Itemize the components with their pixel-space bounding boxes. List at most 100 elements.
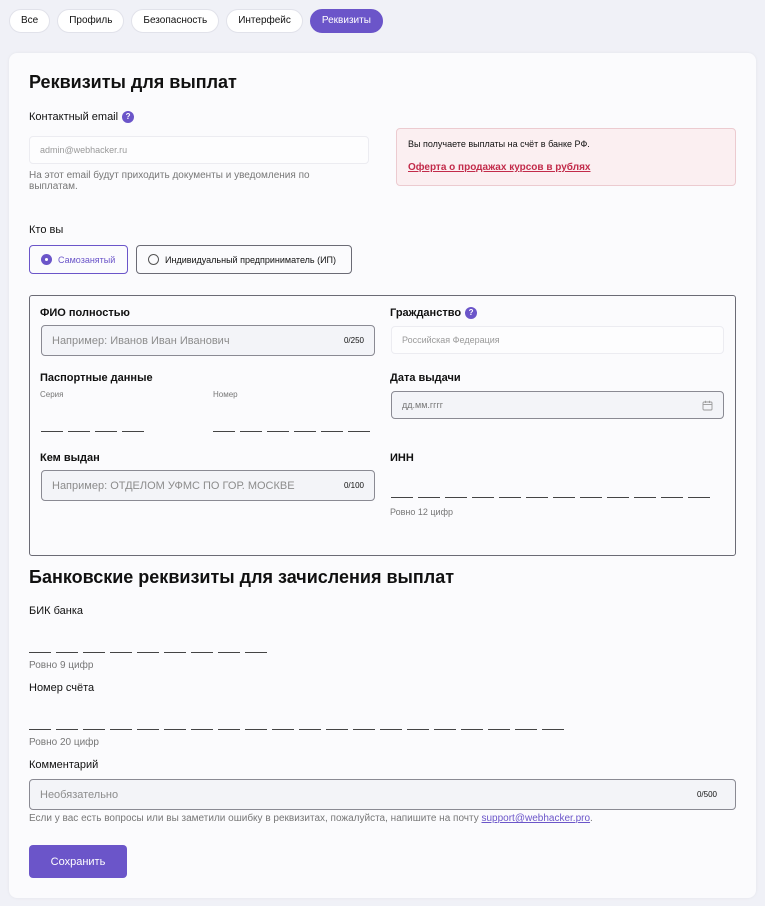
- digit-slot[interactable]: [326, 729, 348, 730]
- digit-slot[interactable]: [29, 652, 51, 653]
- digit-slot[interactable]: [688, 497, 710, 498]
- digit-slot[interactable]: [299, 729, 321, 730]
- tab-interface[interactable]: Интерфейс: [226, 9, 303, 33]
- digit-slot[interactable]: [191, 652, 213, 653]
- citizenship-label: Гражданство: [390, 307, 462, 319]
- digit-slot[interactable]: [110, 652, 132, 653]
- account-digit-inputs[interactable]: [29, 729, 564, 730]
- digit-slot[interactable]: [83, 729, 105, 730]
- email-field[interactable]: admin@webhacker.ru: [29, 136, 369, 164]
- who-label: Кто вы: [29, 224, 64, 236]
- digit-slot[interactable]: [580, 497, 602, 498]
- char-counter: 0/100: [343, 481, 364, 490]
- digit-slot[interactable]: [267, 431, 289, 432]
- comment-input[interactable]: Необязательно 0/500: [29, 779, 736, 810]
- digit-slot[interactable]: [515, 729, 537, 730]
- issued-by-label: Кем выдан: [40, 452, 100, 464]
- digit-slot[interactable]: [95, 431, 117, 432]
- digit-slot[interactable]: [353, 729, 375, 730]
- tab-profile[interactable]: Профиль: [57, 9, 125, 33]
- help-icon[interactable]: ?: [465, 307, 478, 319]
- notice-text: Вы получаете выплаты на счёт в банке РФ.: [408, 139, 590, 149]
- digit-slot[interactable]: [488, 729, 510, 730]
- citizenship-field[interactable]: Российская Федерация: [391, 326, 724, 354]
- inn-hint: Ровно 12 цифр: [390, 507, 453, 517]
- digit-slot[interactable]: [526, 497, 548, 498]
- email-label: Контактный email: [29, 111, 119, 123]
- tab-security[interactable]: Безопасность: [131, 9, 220, 33]
- inn-label: ИНН: [390, 452, 414, 464]
- radio-entrepreneur[interactable]: Индивидуальный предприниматель (ИП): [136, 245, 352, 274]
- digit-slot[interactable]: [218, 729, 240, 730]
- help-icon[interactable]: ?: [122, 111, 135, 123]
- digit-slot[interactable]: [56, 729, 78, 730]
- digit-slot[interactable]: [245, 729, 267, 730]
- digit-slot[interactable]: [110, 729, 132, 730]
- issued-by-input[interactable]: Например: ОТДЕЛОМ УФМС ПО ГОР. МОСКВЕ 0/…: [41, 470, 375, 501]
- digit-slot[interactable]: [434, 729, 456, 730]
- fio-input[interactable]: Например: Иванов Иван Иванович 0/250: [41, 325, 375, 356]
- fio-label: ФИО полностью: [40, 307, 130, 319]
- digit-slot[interactable]: [137, 729, 159, 730]
- support-email-link[interactable]: support@webhacker.pro: [481, 813, 590, 824]
- support-note: Если у вас есть вопросы или вы заметили …: [29, 813, 593, 824]
- issue-date-input[interactable]: дд.мм.гггг: [391, 391, 724, 419]
- radio-self-employed[interactable]: Самозанятый: [29, 245, 128, 274]
- digit-slot[interactable]: [41, 431, 63, 432]
- comment-placeholder: Необязательно: [40, 788, 119, 801]
- digit-slot[interactable]: [245, 652, 267, 653]
- number-digit-inputs[interactable]: [213, 431, 370, 432]
- digit-slot[interactable]: [418, 497, 440, 498]
- bik-hint: Ровно 9 цифр: [29, 660, 94, 671]
- settings-tabs: Все Профиль Безопасность Интерфейс Рекви…: [9, 9, 383, 33]
- digit-slot[interactable]: [122, 431, 144, 432]
- digit-slot[interactable]: [83, 652, 105, 653]
- digit-slot[interactable]: [472, 497, 494, 498]
- passport-label: Паспортные данные: [40, 372, 153, 384]
- bank-section-title: Банковские реквизиты для зачисления выпл…: [29, 567, 455, 587]
- inn-digit-inputs[interactable]: [391, 497, 710, 498]
- calendar-icon[interactable]: [702, 400, 713, 411]
- digit-slot[interactable]: [607, 497, 629, 498]
- digit-slot[interactable]: [553, 497, 575, 498]
- tab-all[interactable]: Все: [9, 9, 51, 33]
- digit-slot[interactable]: [68, 431, 90, 432]
- number-label: Номер: [213, 390, 238, 399]
- issued-by-placeholder: Например: ОТДЕЛОМ УФМС ПО ГОР. МОСКВЕ: [52, 479, 295, 492]
- digit-slot[interactable]: [348, 431, 370, 432]
- digit-slot[interactable]: [29, 729, 51, 730]
- digit-slot[interactable]: [56, 652, 78, 653]
- digit-slot[interactable]: [391, 497, 413, 498]
- tab-requisites[interactable]: Реквизиты: [309, 9, 383, 33]
- series-label: Серия: [40, 390, 64, 399]
- digit-slot[interactable]: [445, 497, 467, 498]
- digit-slot[interactable]: [661, 497, 683, 498]
- radio-unchecked-icon: [148, 254, 159, 265]
- digit-slot[interactable]: [137, 652, 159, 653]
- digit-slot[interactable]: [380, 729, 402, 730]
- radio-checked-icon: [41, 254, 52, 265]
- digit-slot[interactable]: [164, 652, 186, 653]
- save-button[interactable]: Сохранить: [29, 845, 127, 878]
- digit-slot[interactable]: [499, 497, 521, 498]
- digit-slot[interactable]: [321, 431, 343, 432]
- radio-label: Самозанятый: [58, 254, 116, 265]
- digit-slot[interactable]: [272, 729, 294, 730]
- series-digit-inputs[interactable]: [41, 431, 144, 432]
- digit-slot[interactable]: [407, 729, 429, 730]
- digit-slot[interactable]: [218, 652, 240, 653]
- digit-slot[interactable]: [191, 729, 213, 730]
- digit-slot[interactable]: [164, 729, 186, 730]
- payout-notice: Вы получаете выплаты на счёт в банке РФ.…: [396, 128, 736, 186]
- digit-slot[interactable]: [240, 431, 262, 432]
- digit-slot[interactable]: [542, 729, 564, 730]
- digit-slot[interactable]: [461, 729, 483, 730]
- account-hint: Ровно 20 цифр: [29, 737, 99, 748]
- offer-link[interactable]: Оферта о продажах курсов в рублях: [408, 162, 724, 173]
- bik-digit-inputs[interactable]: [29, 652, 267, 653]
- digit-slot[interactable]: [294, 431, 316, 432]
- digit-slot[interactable]: [213, 431, 235, 432]
- digit-slot[interactable]: [634, 497, 656, 498]
- account-label: Номер счёта: [29, 682, 95, 694]
- issue-date-label: Дата выдачи: [390, 372, 461, 384]
